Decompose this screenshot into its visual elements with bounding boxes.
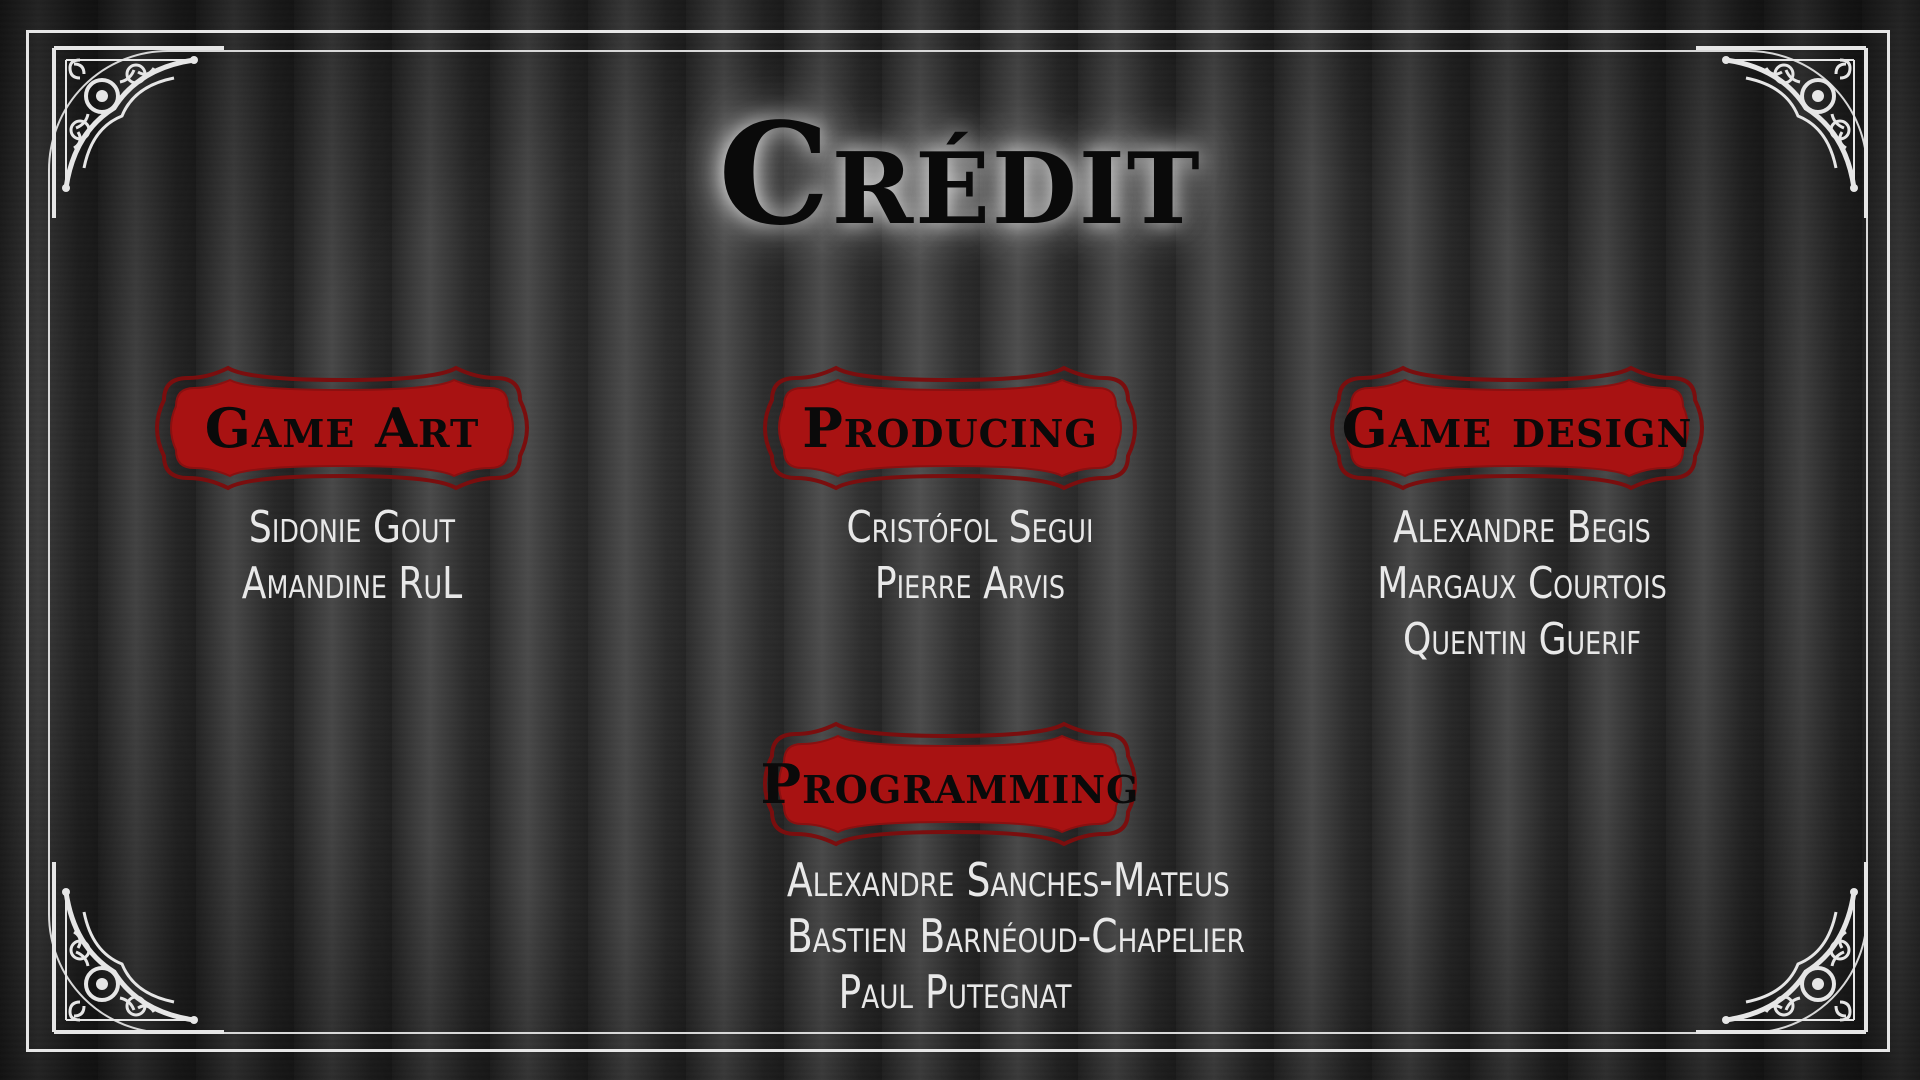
credit-section-game-design: Game design Alexandre Begis Margaux Cour… (1307, 362, 1727, 668)
ornamental-corner-top-left-icon (44, 38, 234, 228)
credit-names-list: Sidonie Gout Amandine RuL (132, 500, 552, 612)
credit-name: Alexandre Sanches-Mateus (786, 853, 1230, 907)
ornamental-corner-bottom-left-icon (44, 852, 234, 1042)
section-plaque: Producing (756, 362, 1144, 494)
section-heading: Game design (1341, 396, 1693, 460)
section-plaque: Game Art (148, 362, 536, 494)
ornamental-corner-bottom-right-icon (1686, 852, 1876, 1042)
credit-section-game-art: Game Art Sidonie Gout Amandine RuL (132, 362, 552, 612)
credit-name: Pierre Arvis (874, 558, 1066, 609)
section-heading: Programming (760, 752, 1140, 816)
section-heading: Game Art (204, 396, 480, 460)
credit-name: Amandine RuL (241, 558, 463, 609)
credit-name: Alexandre Begis (1393, 502, 1651, 553)
credit-name: Margaux Courtois (1377, 558, 1667, 609)
credit-name: Bastien Barnéoud-Chapelier (786, 909, 1245, 963)
credit-name: Cristófol Segui (846, 502, 1094, 553)
section-plaque: Programming (756, 718, 1144, 850)
credit-names-list: Alexandre Begis Margaux Courtois Quentin… (1307, 500, 1727, 668)
credit-names-list: Cristófol Segui Pierre Arvis (740, 500, 1160, 612)
credit-name: Sidonie Gout (248, 502, 456, 553)
credit-section-producing: Producing Cristófol Segui Pierre Arvis (740, 362, 1160, 612)
credit-name: Paul Putegnat (838, 965, 1072, 1019)
credits-screen: Crédit Game Art Sidonie Gout Amandine Ru… (0, 0, 1920, 1080)
section-plaque: Game design (1323, 362, 1711, 494)
credit-name: Quentin Guerif (1402, 614, 1642, 665)
ornamental-corner-top-right-icon (1686, 38, 1876, 228)
section-heading: Producing (802, 396, 1098, 460)
page-title: Crédit (718, 93, 1202, 257)
credit-section-programming: Programming Alexandre Sanches-Mateus Bas… (740, 718, 1245, 1020)
credit-names-list: Alexandre Sanches-Mateus Bastien Barnéou… (740, 852, 1245, 1020)
